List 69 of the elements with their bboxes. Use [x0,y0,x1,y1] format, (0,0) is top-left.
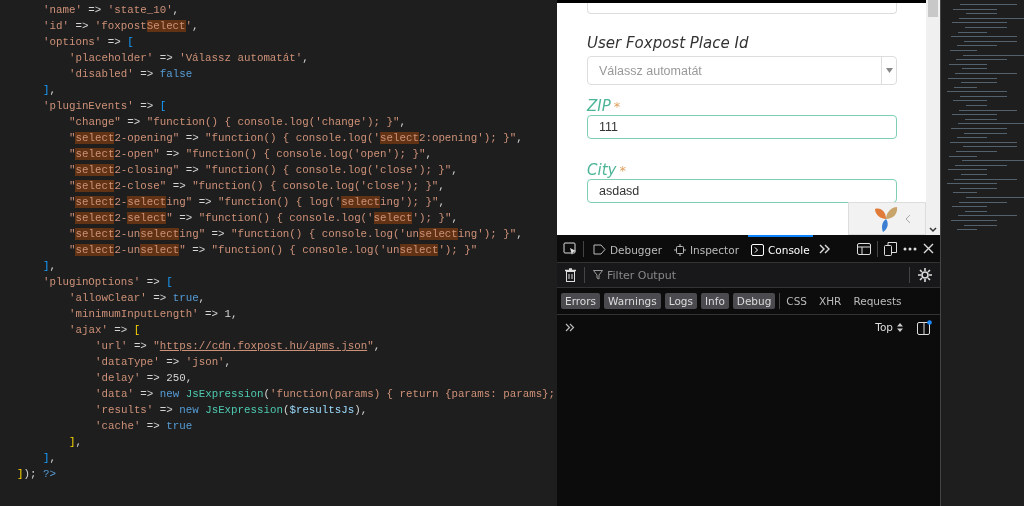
code-line: 'placeholder' => 'Válassz automatát', [69,52,309,64]
code-line: 'data' => new JsExpression('function(params) { return {params: params}; [95,388,556,400]
field-label: ZIP [587,97,611,115]
trash-icon[interactable] [565,268,576,282]
code-line: 'name' => 'state_10', [43,4,180,16]
element-picker-icon[interactable] [563,241,577,256]
code-line: ], [43,84,56,96]
code-line: 'pluginEvents' => [ [43,100,167,112]
double-chevron-icon[interactable] [818,243,831,254]
filter-toggle[interactable]: Logs [664,293,697,309]
text-input[interactable]: asdasd [587,179,897,203]
chevron-left-icon [905,213,911,224]
devtools-tab[interactable]: Inspector [671,235,742,262]
tag-icon [593,244,606,255]
field-label: User Foxpost Place Id [587,34,749,52]
required-mark: * [613,99,621,114]
close-icon[interactable] [923,243,934,254]
code-line: "select2-open" => "function() { console.log('open'); }", [69,148,432,160]
code-line: 'minimumInputLength' => 1, [69,308,238,320]
scrollbar[interactable] [926,0,940,235]
input-field[interactable] [587,0,897,14]
code-line: 'options' => [ [43,36,134,48]
code-line: "select2-opening" => "function() { console.log('select2:opening'); }", [69,132,523,144]
settings-icon[interactable] [918,268,932,282]
code-line: 'pluginOptions' => [ [43,276,173,288]
prompt-icon [565,322,575,332]
code-line: ]); ?> [17,468,56,480]
code-line: 'id' => 'foxpostSelect', [43,20,199,32]
filter-toggle[interactable]: Errors [561,293,601,309]
text-input[interactable]: 111 [587,115,897,139]
sidebar-icon[interactable] [917,319,932,335]
petal-logo-icon [873,204,899,233]
devtools-tab[interactable]: Debugger [590,235,665,262]
filter-toggle[interactable]: Debug [732,293,776,309]
updown-icon [897,322,903,332]
required-mark: * [619,163,626,178]
code-line: "select2-unselecting" => "function() { console.log('unselecting'); }", [69,228,523,240]
scroll-thumb[interactable] [928,0,938,17]
more-icon[interactable] [903,246,917,251]
layout-icon[interactable] [857,242,871,255]
filter-toggle[interactable]: Requests [849,293,906,309]
funnel-icon [593,270,603,280]
chip-icon [674,243,686,256]
code-line: "select2-unselect" => "function() { console.log('unselect'); }" [69,244,478,256]
code-line: "change" => "function() { console.log('change'); }", [69,116,406,128]
code-line: 'dataType' => 'json', [95,356,232,368]
code-line: "select2-select" => "function() { console.log('select'); }", [69,212,458,224]
filter-toggle[interactable]: Warnings [604,293,661,309]
caret-icon [885,68,893,73]
field-label: City [587,161,617,179]
context-selector[interactable]: Top [869,320,909,334]
code-line: ], [43,260,56,272]
responsive-icon[interactable] [884,241,897,256]
filter-toggle[interactable]: XHR [815,293,846,309]
filter-toggle[interactable]: Info [700,293,729,309]
code-line: 'allowClear' => true, [69,292,206,304]
code-line: 'disabled' => false [69,68,193,80]
code-line: 'url' => "https://cdn.foxpost.hu/apms.json", [95,340,381,352]
code-line: 'results' => new JsExpression($resultsJs), [95,404,368,416]
code-line: 'cache' => true [95,420,193,432]
code-line: 'delay' => 250, [95,372,193,384]
scroll-down-icon[interactable] [929,227,937,233]
code-line: ], [43,452,56,464]
code-line: "select2-closing" => "function() { console.log('close'); }", [69,164,458,176]
code-line: "select2-close" => "function() { console.log('close'); }", [69,180,445,192]
code-line: ], [69,436,82,448]
terminal-icon [750,243,764,256]
code-line: 'ajax' => [ [69,324,141,336]
filter-toggle[interactable]: CSS [782,293,812,309]
